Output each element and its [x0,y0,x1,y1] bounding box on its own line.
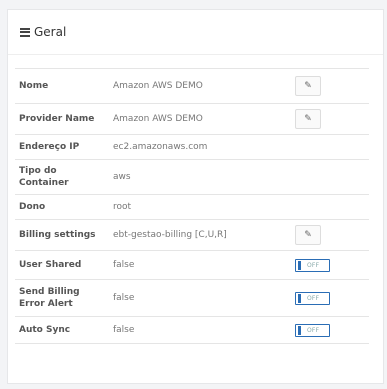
auto-sync-toggle[interactable]: OFF [295,323,330,337]
row-value: ebt-gestao-billing [C,U,R] [113,230,227,240]
row-label: User Shared [19,260,82,270]
row-value: aws [113,172,131,182]
user-shared-toggle[interactable]: OFF [295,258,330,272]
row-value: false [113,325,135,335]
row-value: root [113,202,132,212]
row-label: Tipo do Container [19,166,69,188]
row-label: Billing settings [19,230,96,240]
edit-name-button[interactable]: ✎ [295,76,321,96]
row-value: Amazon AWS DEMO [113,81,203,91]
properties-table: Nome Amazon AWS DEMO ✎ Provider Name Ama… [15,68,369,344]
row-value: false [113,260,135,270]
toggle-label: OFF [307,261,320,269]
send-billing-error-alert-toggle[interactable]: OFF [295,291,330,305]
row-billing-settings: Billing settings ebt-gestao-billing [C,U… [15,220,369,251]
row-label: Endereço IP [19,142,80,152]
row-tipo-container: Tipo do Container aws [15,160,369,195]
row-label: Provider Name [19,114,95,124]
row-provider-name: Provider Name Amazon AWS DEMO ✎ [15,104,369,135]
row-send-billing-error-alert: Send Billing Error Alert false OFF [15,280,369,317]
row-value: Amazon AWS DEMO [113,114,203,124]
row-nome: Nome Amazon AWS DEMO ✎ [15,69,369,104]
row-user-shared: User Shared false OFF [15,251,369,280]
edit-provider-name-button[interactable]: ✎ [295,109,321,129]
row-value: false [113,293,135,303]
panel-title: Geral [34,25,67,39]
toggle-label: OFF [307,294,320,302]
edit-icon: ✎ [304,114,312,124]
row-label: Nome [19,81,49,91]
edit-icon: ✎ [304,81,312,91]
row-label: Dono [19,202,46,212]
toggle-label: OFF [307,326,320,334]
row-label: Send Billing Error Alert [19,287,80,309]
row-dono: Dono root [15,195,369,220]
list-icon [20,27,30,37]
edit-billing-button[interactable]: ✎ [295,225,321,245]
row-value: ec2.amazonaws.com [113,142,208,152]
panel-header: Geral [8,10,383,55]
row-auto-sync: Auto Sync false OFF [15,317,369,344]
row-label: Auto Sync [19,325,71,335]
edit-icon: ✎ [304,230,312,240]
row-endereco-ip: Endereço IP ec2.amazonaws.com [15,135,369,160]
